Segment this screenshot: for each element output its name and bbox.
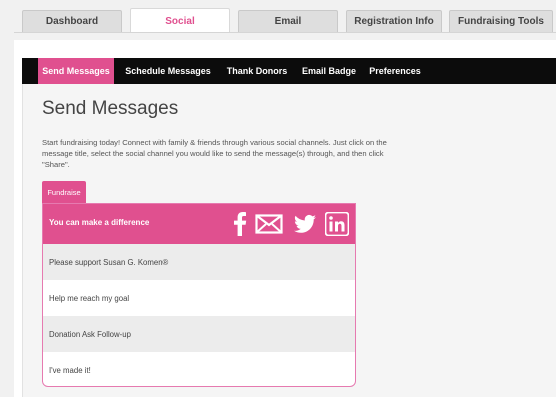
tab-fundraise[interactable]: Fundraise (42, 181, 86, 203)
tab-fundraising-tools[interactable]: Fundraising Tools (449, 10, 553, 32)
tab-registration-info[interactable]: Registration Info (346, 10, 442, 32)
message-title: I've made it! (49, 365, 91, 375)
subnav-bar: Send Messages Schedule Messages Thank Do… (22, 58, 556, 84)
subnav-schedule-messages[interactable]: Schedule Messages (120, 58, 216, 84)
top-tab-bar: Dashboard Social Email Registration Info… (0, 0, 556, 40)
message-item[interactable]: I've made it! (43, 352, 355, 386)
linkedin-icon[interactable] (325, 212, 349, 236)
tab-email[interactable]: Email (238, 10, 338, 32)
page-title: Send Messages (42, 98, 179, 119)
tab-social[interactable]: Social (130, 8, 230, 33)
message-item[interactable]: Donation Ask Follow-up (43, 316, 355, 352)
message-list-header: You can make a difference (43, 204, 355, 244)
message-item[interactable]: Please support Susan G. Komen® (43, 244, 355, 280)
subnav-thank-donors[interactable]: Thank Donors (222, 58, 292, 84)
message-title: Please support Susan G. Komen® (49, 257, 169, 267)
header-title: You can make a difference (49, 218, 150, 227)
email-icon[interactable] (255, 212, 283, 236)
subnav-email-badge[interactable]: Email Badge (298, 58, 360, 84)
intro-text: Start fundraising today! Connect with fa… (42, 138, 387, 169)
subnav-send-messages[interactable]: Send Messages (38, 58, 114, 84)
facebook-icon[interactable] (233, 212, 249, 236)
tab-dashboard[interactable]: Dashboard (22, 10, 122, 32)
message-list-box: You can make a difference Please support… (42, 203, 356, 387)
subnav-preferences[interactable]: Preferences (366, 58, 424, 84)
twitter-icon[interactable] (291, 212, 319, 236)
message-title: Help me reach my goal (49, 293, 130, 303)
message-item[interactable]: Help me reach my goal (43, 280, 355, 316)
message-title: Donation Ask Follow-up (49, 329, 131, 339)
tabs-divider (14, 32, 556, 33)
